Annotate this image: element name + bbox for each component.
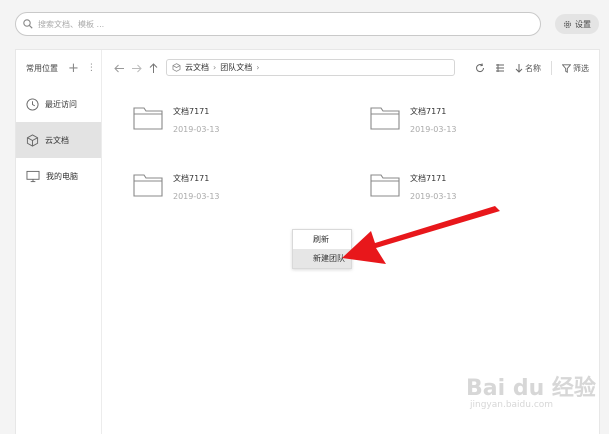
add-location-icon[interactable]: +	[68, 61, 79, 76]
file-name: 文档7171	[410, 174, 447, 183]
folder-icon	[370, 174, 400, 197]
file-item[interactable]: 文档7171 2019-03-13	[370, 171, 457, 201]
file-item[interactable]: 文档7171 2019-03-13	[370, 104, 457, 134]
sidebar-item-my-computer[interactable]: 我的电脑	[16, 158, 101, 194]
menu-item-refresh[interactable]: 刷新	[293, 230, 351, 249]
settings-label: 设置	[575, 19, 591, 29]
file-item[interactable]: 文档7171 2019-03-13	[133, 104, 220, 134]
sidebar-item-label: 我的电脑	[46, 171, 78, 181]
settings-button[interactable]: 设置	[555, 14, 599, 34]
sidebar-header: 常用位置 + ⋮	[16, 50, 101, 86]
up-icon[interactable]	[145, 62, 162, 74]
file-name: 文档7171	[173, 107, 210, 116]
folder-icon	[370, 107, 400, 130]
filter-icon	[562, 63, 571, 73]
breadcrumb[interactable]: 云文档 › 团队文档 ›	[166, 59, 455, 76]
divider	[551, 61, 552, 75]
cube-icon	[172, 63, 181, 72]
file-date: 2019-03-13	[173, 192, 220, 201]
cube-icon	[26, 133, 39, 147]
breadcrumb-item[interactable]: 团队文档	[220, 62, 252, 73]
sort-label: 名称	[525, 63, 541, 73]
watermark: Bai du 经验 jingyan.baidu.com	[466, 370, 596, 410]
view-tools: 名称 筛选	[475, 61, 589, 75]
filter-label: 筛选	[573, 63, 589, 73]
toolbar: 云文档 › 团队文档 › 名称 筛选	[103, 50, 599, 86]
monitor-icon	[26, 170, 40, 182]
file-name: 文档7171	[173, 174, 210, 183]
file-date: 2019-03-13	[410, 125, 457, 134]
search-icon	[23, 19, 33, 29]
breadcrumb-item[interactable]: 云文档	[185, 62, 209, 73]
sidebar-item-cloud-docs[interactable]: 云文档	[16, 122, 101, 158]
sort-button[interactable]: 名称	[515, 63, 541, 74]
gear-icon	[563, 20, 572, 28]
file-item[interactable]: 文档7171 2019-03-13	[133, 171, 220, 201]
folder-icon	[133, 107, 163, 130]
folder-icon	[133, 174, 163, 197]
search-placeholder: 搜索文档、模板 ...	[38, 19, 105, 29]
context-menu: 刷新 新建团队	[292, 229, 352, 269]
file-date: 2019-03-13	[410, 192, 457, 201]
forward-icon[interactable]	[128, 64, 145, 73]
list-view-icon[interactable]	[495, 63, 505, 73]
sidebar-header-label: 常用位置	[26, 63, 58, 73]
sidebar: 常用位置 + ⋮ 最近访问 云文档 我的电脑	[16, 50, 102, 434]
chevron-right-icon: ›	[213, 63, 217, 72]
watermark-brand: Bai du 经验	[466, 376, 596, 401]
sidebar-item-label: 云文档	[45, 135, 69, 145]
back-icon[interactable]	[111, 64, 128, 73]
clock-icon	[26, 97, 39, 111]
chevron-right-icon: ›	[256, 63, 260, 72]
search-box[interactable]: 搜索文档、模板 ...	[15, 12, 541, 36]
sidebar-item-recent[interactable]: 最近访问	[16, 86, 101, 122]
menu-item-new-team[interactable]: 新建团队	[293, 249, 351, 268]
refresh-icon[interactable]	[475, 63, 485, 73]
filter-button[interactable]: 筛选	[562, 63, 589, 74]
sidebar-item-label: 最近访问	[45, 99, 77, 109]
file-date: 2019-03-13	[173, 125, 220, 134]
file-name: 文档7171	[410, 107, 447, 116]
sort-icon	[515, 64, 523, 73]
more-icon[interactable]: ⋮	[87, 63, 96, 73]
